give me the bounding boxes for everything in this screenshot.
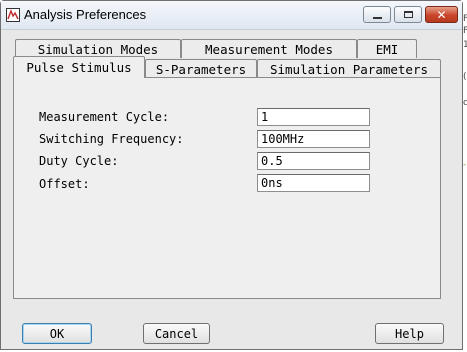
help-button[interactable]: Help	[375, 323, 444, 344]
tab-label: Simulation Parameters	[269, 61, 429, 77]
close-button[interactable]: ✕	[425, 6, 458, 23]
switching-frequency-label: Switching Frequency:	[39, 132, 184, 146]
tab-simulation-parameters[interactable]: Simulation Parameters	[257, 59, 441, 78]
title-bar[interactable]: Analysis Preferences ✕	[1, 1, 462, 30]
tab-emi[interactable]: EMI	[357, 39, 417, 58]
background-edge-char: (	[463, 72, 467, 82]
background-edge-char: 1	[463, 40, 467, 50]
maximize-icon	[395, 7, 421, 22]
cancel-button-label: Cancel	[154, 326, 199, 341]
background-edge-char: -	[463, 160, 467, 170]
tab-measurement-modes[interactable]: Measurement Modes	[181, 39, 357, 58]
measurement-cycle-input[interactable]	[257, 108, 370, 126]
minimize-button[interactable]	[363, 6, 391, 23]
help-button-label: Help	[395, 326, 424, 341]
duty-cycle-input[interactable]	[257, 152, 370, 170]
close-icon: ✕	[436, 7, 447, 22]
background-edge-char: c	[463, 98, 467, 108]
tab-label: Measurement Modes	[205, 41, 333, 57]
offset-input[interactable]	[257, 174, 370, 192]
background-edge-char: F	[463, 14, 467, 24]
tab-pulse-stimulus[interactable]: Pulse Stimulus	[13, 56, 145, 78]
dialog-window: Analysis Preferences ✕ Simulation Modes …	[0, 0, 463, 350]
window-title: Analysis Preferences	[24, 7, 147, 22]
tab-label: S-Parameters	[155, 61, 247, 77]
maximize-button[interactable]	[394, 6, 422, 23]
tab-label: Simulation Modes	[37, 41, 159, 57]
tab-label: EMI	[375, 41, 399, 57]
app-icon	[6, 7, 20, 22]
measurement-cycle-label: Measurement Cycle:	[39, 110, 170, 124]
offset-label: Offset:	[39, 177, 90, 191]
tab-label: Pulse Stimulus	[26, 60, 132, 75]
ok-button-label: OK	[49, 326, 65, 341]
background-edge-char: F	[463, 26, 467, 36]
switching-frequency-input[interactable]	[257, 130, 370, 148]
tab-s-parameters[interactable]: S-Parameters	[145, 59, 257, 78]
minimize-icon	[364, 7, 390, 22]
cancel-button[interactable]: Cancel	[143, 323, 210, 344]
ok-button[interactable]: OK	[22, 323, 92, 344]
duty-cycle-label: Duty Cycle:	[39, 154, 119, 168]
